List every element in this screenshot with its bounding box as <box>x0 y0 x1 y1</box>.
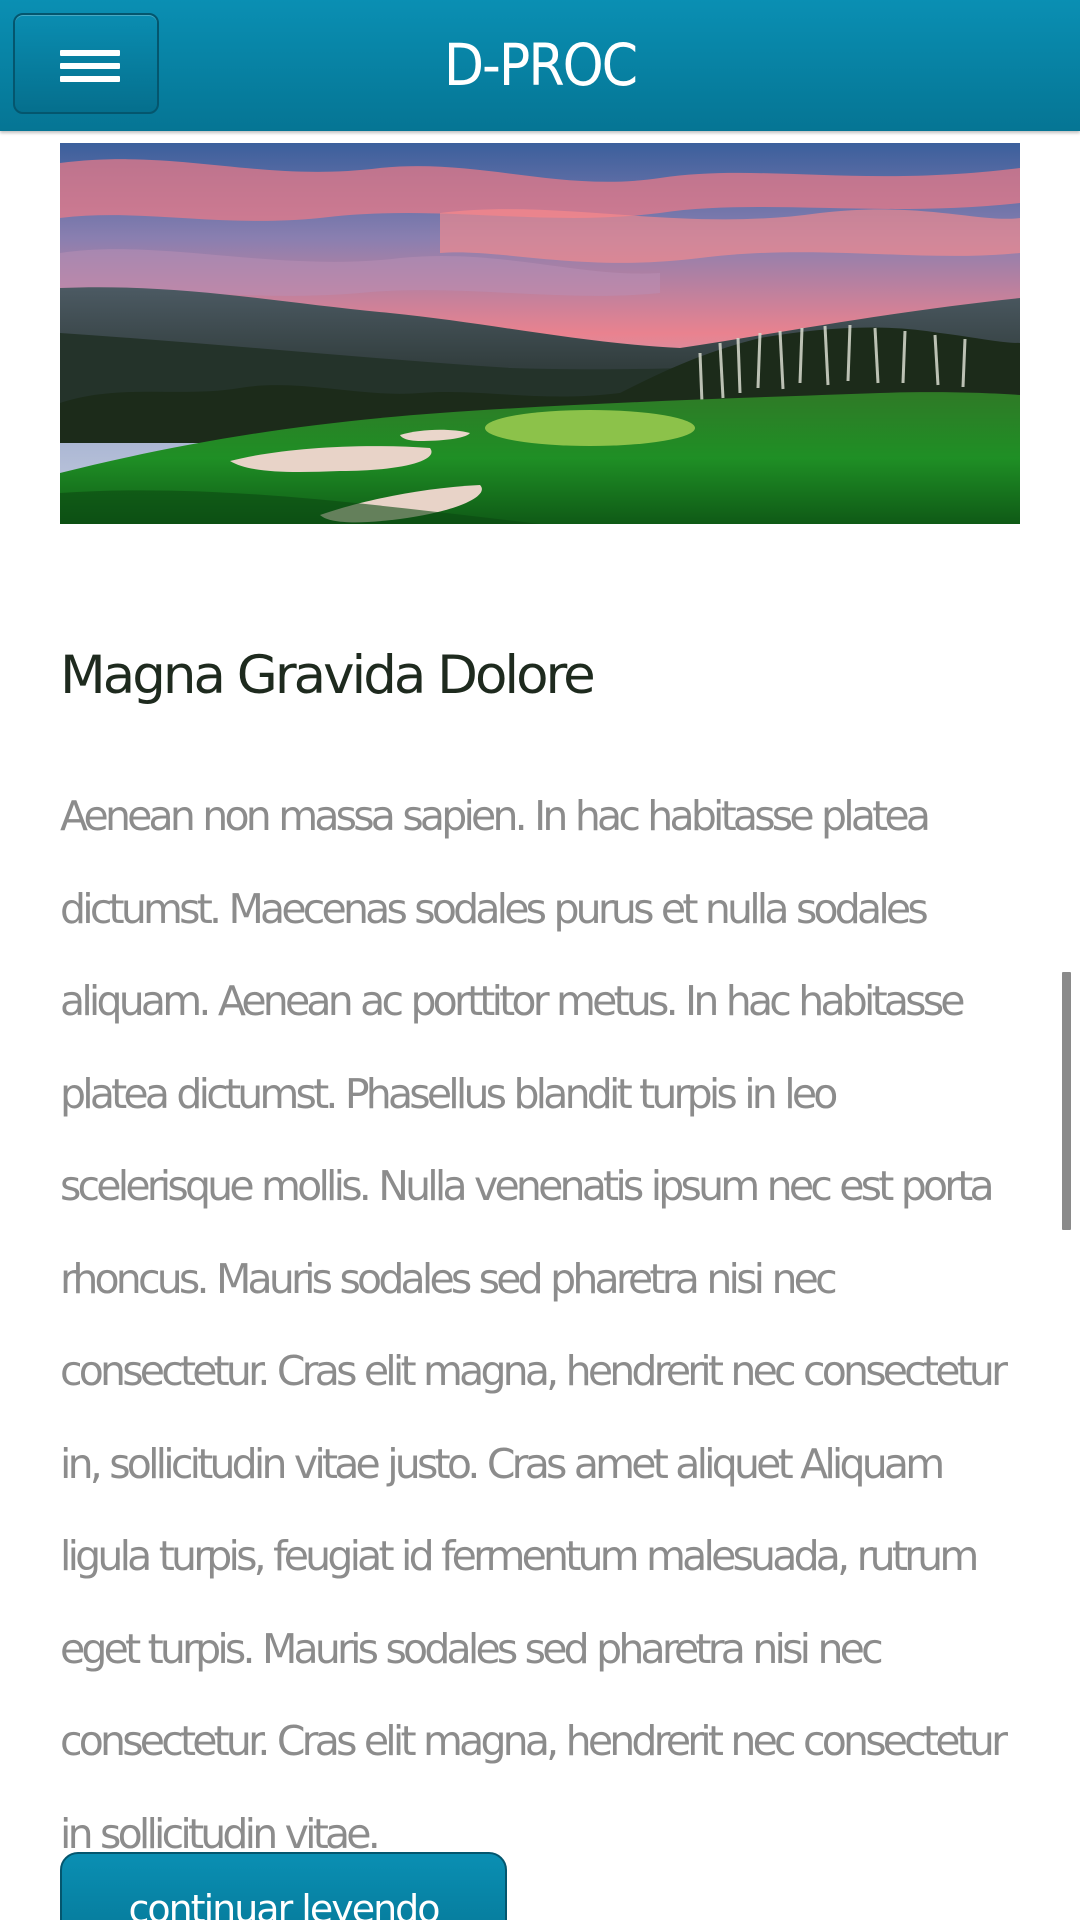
hamburger-menu-icon-bar <box>60 63 120 69</box>
scrollbar-thumb[interactable] <box>1062 972 1071 1230</box>
article-body: Aenean non massa sapien. In hac habitass… <box>60 792 1008 1858</box>
menu-button[interactable] <box>13 13 159 114</box>
app-header: D-PROC <box>0 0 1080 131</box>
app-title: D-PROC <box>443 31 638 99</box>
article-title: Magna Gravida Dolore <box>60 645 596 706</box>
hamburger-menu-icon <box>60 50 120 56</box>
hamburger-menu-icon-bar <box>60 76 120 82</box>
golf-course-landscape-image <box>60 143 1020 524</box>
page: D-PROC Magna Gravida Dolore Aenean non m… <box>0 0 1080 1920</box>
continue-reading-button[interactable]: continuar leyendo <box>60 1852 507 1920</box>
hero-image <box>60 143 1020 524</box>
